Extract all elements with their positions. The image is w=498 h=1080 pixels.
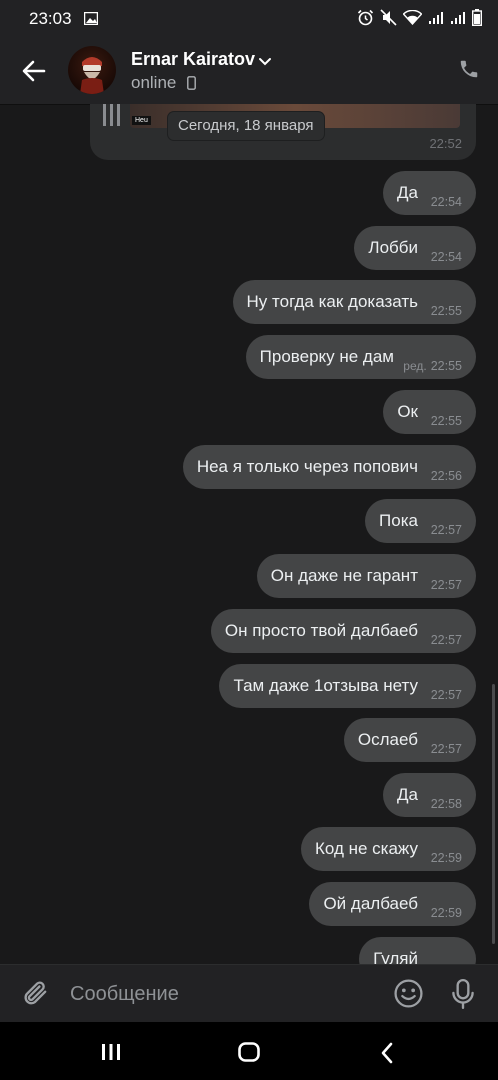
message-composer: Сообщение bbox=[0, 964, 498, 1023]
contact-status: online bbox=[131, 73, 197, 95]
message-text: Ну тогда как доказать bbox=[246, 292, 418, 311]
status-text: online bbox=[131, 73, 177, 92]
mic-icon[interactable] bbox=[450, 978, 476, 1015]
recent-apps-icon[interactable] bbox=[101, 1043, 121, 1066]
message-time: 22:54 bbox=[430, 250, 462, 264]
gallery-notification-icon bbox=[83, 10, 99, 30]
outgoing-message[interactable]: Ой далбаеб 22:59 bbox=[309, 882, 476, 926]
outgoing-message[interactable]: Да 22:54 bbox=[383, 171, 476, 215]
message-time: 22:57 bbox=[430, 688, 462, 702]
message-time: 22:57 bbox=[430, 523, 462, 537]
message-list[interactable]: Heu 22:52 Сегодня, 18 января Да 22:54 Лоб… bbox=[0, 104, 498, 964]
nav-back-icon[interactable] bbox=[380, 1042, 394, 1069]
outgoing-message[interactable]: Он просто твой далбаеб 22:57 bbox=[210, 609, 476, 653]
message-time: 22:58 bbox=[430, 797, 462, 811]
message-time: 22:52 bbox=[429, 136, 462, 151]
message-time: 22:55 bbox=[430, 414, 462, 428]
message-time: 22:57 bbox=[430, 742, 462, 756]
emoji-icon[interactable] bbox=[393, 978, 424, 1014]
chevron-down-icon[interactable] bbox=[258, 53, 272, 71]
status-bar: 23:03 bbox=[0, 0, 498, 36]
attachment-bars bbox=[103, 104, 123, 126]
outgoing-message[interactable]: Лобби 22:54 bbox=[354, 226, 476, 270]
message-text: Код не скажу bbox=[314, 839, 418, 858]
mobile-device-icon bbox=[187, 75, 197, 95]
outgoing-message[interactable]: Пока 22:57 bbox=[365, 499, 476, 543]
status-time: 23:03 bbox=[29, 9, 72, 28]
message-text: Пока bbox=[379, 511, 418, 530]
date-separator: Сегодня, 18 января bbox=[168, 112, 324, 140]
attach-icon[interactable] bbox=[22, 979, 50, 1014]
message-text: Там даже 1отзыва нету bbox=[233, 676, 418, 695]
message-time-edited: ред. 22:55 bbox=[403, 344, 462, 388]
attachment-logo: Heu bbox=[132, 116, 151, 125]
signal-icon-2 bbox=[450, 10, 466, 30]
message-time: 22:54 bbox=[430, 195, 462, 209]
message-time: 22:59 bbox=[430, 906, 462, 920]
message-text: Проверку не дам bbox=[259, 347, 394, 366]
back-arrow-icon[interactable] bbox=[20, 57, 48, 85]
outgoing-message[interactable]: Ок 22:55 bbox=[383, 390, 476, 434]
chat-header: Ernar Kairatov online bbox=[0, 36, 498, 104]
scrollbar[interactable] bbox=[492, 684, 495, 944]
message-time: 22:55 bbox=[430, 304, 462, 318]
outgoing-message[interactable]: Ослаеб 22:57 bbox=[343, 718, 476, 762]
message-time: 22:57 bbox=[430, 578, 462, 592]
message-text: Да bbox=[397, 183, 418, 202]
outgoing-message[interactable]: Ну тогда как доказать 22:55 bbox=[232, 280, 476, 324]
message-time: 22:56 bbox=[430, 469, 462, 483]
message-text: Неа я только через попович bbox=[196, 457, 418, 476]
contact-name[interactable]: Ernar Kairatov bbox=[131, 49, 255, 70]
message-text: Гуляй bbox=[373, 949, 418, 964]
message-text: Лобби bbox=[368, 238, 418, 257]
message-text: Да bbox=[397, 785, 418, 804]
outgoing-message[interactable]: Гуляй bbox=[359, 937, 476, 964]
message-time: 22:59 bbox=[430, 851, 462, 865]
outgoing-message[interactable]: Да 22:58 bbox=[383, 773, 476, 817]
phone-icon[interactable] bbox=[458, 58, 480, 85]
outgoing-message[interactable]: Неа я только через попович 22:56 bbox=[182, 445, 476, 489]
message-text: Он просто твой далбаеб bbox=[224, 621, 418, 640]
outgoing-message[interactable]: Проверку не дам ред. 22:55 bbox=[245, 335, 476, 379]
edited-label: ред. bbox=[403, 359, 427, 373]
alarm-icon bbox=[357, 9, 374, 31]
home-icon[interactable] bbox=[238, 1042, 260, 1067]
outgoing-message[interactable]: Код не скажу 22:59 bbox=[300, 827, 476, 871]
system-status-icons bbox=[357, 9, 483, 31]
signal-icon-1 bbox=[428, 10, 444, 30]
message-text: Ок bbox=[397, 402, 418, 421]
message-time: 22:57 bbox=[430, 633, 462, 647]
wifi-icon bbox=[402, 9, 423, 30]
message-text: Ой далбаеб bbox=[323, 894, 418, 913]
outgoing-message[interactable]: Там даже 1отзыва нету 22:57 bbox=[219, 664, 476, 708]
message-time: 22:55 bbox=[430, 359, 462, 373]
battery-icon bbox=[471, 9, 483, 31]
system-navigation-bar bbox=[0, 1022, 498, 1080]
message-text: Он даже не гарант bbox=[270, 566, 418, 585]
outgoing-message[interactable]: Он даже не гарант 22:57 bbox=[256, 554, 476, 598]
message-text: Ослаеб bbox=[357, 730, 418, 749]
mute-icon bbox=[380, 9, 397, 31]
avatar[interactable] bbox=[68, 46, 116, 94]
message-input[interactable]: Сообщение bbox=[70, 983, 179, 1006]
